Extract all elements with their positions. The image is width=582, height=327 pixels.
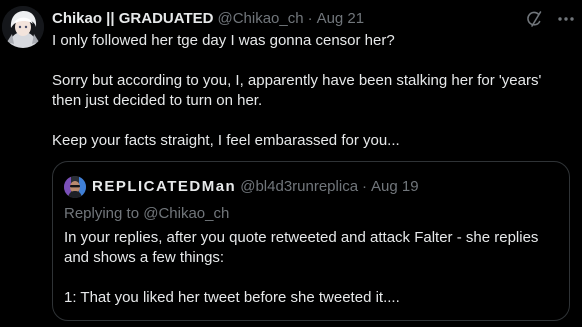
- grok-icon[interactable]: [524, 9, 544, 29]
- tweet-header: Chikao || GRADUATED @Chikao_ch · Aug 21: [52, 9, 562, 29]
- quoted-author-avatar: [64, 176, 86, 198]
- tweet-line: then just decided to turn on her.: [52, 92, 263, 109]
- author-name[interactable]: Chikao || GRADUATED: [52, 9, 213, 29]
- quoted-tweet-line: 1: That you liked her tweet before she t…: [64, 289, 400, 306]
- replying-to: Replying to @Chikao_ch: [64, 205, 230, 222]
- quoted-author-name: REPLICATEDMan: [92, 178, 237, 195]
- quoted-tweet-header: REPLICATEDMan @bl4d3runreplica · Aug 19: [92, 177, 559, 197]
- author-avatar[interactable]: [2, 6, 44, 48]
- more-icon[interactable]: [556, 9, 576, 29]
- tweet-line: Sorry but according to you, I, apparentl…: [52, 72, 542, 89]
- tweet-date[interactable]: Aug 21: [317, 9, 365, 29]
- quoted-tweet-line: and shows a few things:: [64, 249, 225, 266]
- tweet[interactable]: Chikao || GRADUATED @Chikao_ch · Aug 21 …: [0, 0, 582, 327]
- quoted-tweet-date: Aug 19: [371, 178, 419, 195]
- tweet-line: I only followed her tge day I was gonna …: [52, 32, 395, 49]
- author-handle[interactable]: @Chikao_ch: [217, 9, 303, 29]
- quoted-tweet[interactable]: REPLICATEDMan @bl4d3runreplica · Aug 19 …: [52, 161, 570, 321]
- tweet-line: Keep your facts straight, I feel embaras…: [52, 132, 400, 149]
- quoted-tweet-line: In your replies, after you quote retweet…: [64, 229, 539, 246]
- tweet-text: I only followed her tge day I was gonna …: [52, 31, 576, 151]
- quoted-tweet-text: In your replies, after you quote retweet…: [64, 228, 554, 308]
- separator-dot: ·: [362, 178, 368, 195]
- quoted-author-handle: @bl4d3runreplica: [240, 178, 359, 195]
- separator-dot: ·: [307, 10, 313, 27]
